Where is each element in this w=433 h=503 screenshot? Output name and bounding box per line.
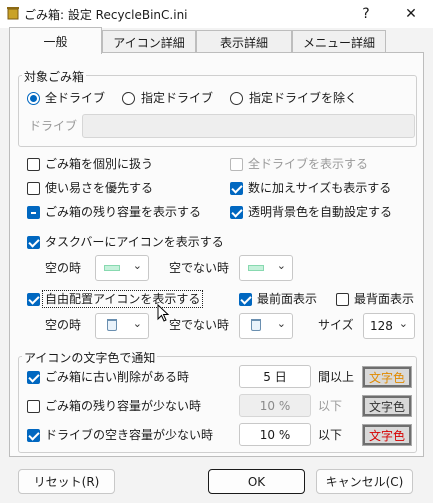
green-swatch-icon [104,265,120,271]
green-swatch-icon [248,265,264,271]
taskbar-checkbox[interactable] [27,236,40,249]
drive-input[interactable] [82,114,415,138]
taskbar-nonempty-label: 空でない時 [169,261,230,275]
drive-color-label: 文字色 [365,427,409,443]
individual-label: ごみ箱を個別に扱う [45,157,154,171]
help-button[interactable]: ? [346,0,386,28]
radio-all-drives[interactable] [27,92,40,105]
old-days-input[interactable]: 5 日 [239,365,311,388]
drive-label: ドライブ [29,119,78,133]
auto-bg-label: 透明背景色を自動設定する [248,205,393,219]
close-button[interactable]: ✕ [391,0,431,28]
bottommost-label: 最背面表示 [354,292,415,306]
topmost-label: 最前面表示 [257,292,318,306]
free-nonempty-label: 空でない時 [169,318,230,332]
individual-checkbox[interactable] [27,158,40,171]
remaining-percent-input[interactable]: 10 % [239,394,311,417]
usability-checkbox[interactable] [27,182,40,195]
auto-bg-checkbox[interactable] [230,206,243,219]
topmost-checkbox[interactable] [239,293,252,306]
tab-menu-details[interactable]: メニュー詳細 [292,30,386,53]
chevron-down-icon: ⌄ [398,317,408,330]
chevron-down-icon: ⌄ [132,317,142,330]
old-color-button[interactable]: 文字色 [362,366,412,388]
free-empty-icon-select[interactable]: ⌄ [95,313,149,339]
free-placement-label: 自由配置アイコンを表示する [42,290,204,308]
ok-button[interactable]: OK [208,469,305,494]
show-all-drives-checkbox[interactable] [230,158,243,171]
taskbar-empty-icon-select[interactable]: ⌄ [95,255,149,281]
show-all-drives-label: 全ドライブを表示する [248,157,369,171]
show-remaining-label: ごみ箱の残り容量を表示する [45,205,202,219]
taskbar-label: タスクバーにアイコンを表示する [45,235,224,249]
usability-label: 使い易さを優先する [45,181,154,195]
taskbar-empty-label: 空の時 [45,261,82,275]
remaining-low-checkbox[interactable] [27,400,40,413]
old-color-label: 文字色 [365,369,409,385]
target-group-label: 対象ごみ箱 [22,68,87,85]
show-size-checkbox[interactable] [230,182,243,195]
size-value: 128 [370,319,393,333]
old-items-label: ごみ箱に古い削除がある時 [45,370,190,384]
taskbar-nonempty-icon-select[interactable]: ⌄ [239,255,293,281]
radio-all-drives-label: 全ドライブ [45,91,106,105]
old-items-checkbox[interactable] [27,371,40,384]
recycle-bin-icon [251,319,261,331]
recycle-bin-icon [107,319,117,331]
remaining-suffix: 以下 [318,399,343,413]
show-size-label: 数に加えサイズも表示する [248,181,392,195]
notify-group-label: アイコンの文字色で通知 [22,349,158,366]
chevron-down-icon: ⌄ [132,259,142,272]
cancel-button[interactable]: キャンセル(C) [316,469,413,494]
size-select[interactable]: 128 ⌄ [363,313,415,339]
old-suffix: 間以上 [318,370,355,384]
remaining-color-button[interactable]: 文字色 [362,395,412,417]
drive-percent-input[interactable]: 10 % [239,423,311,446]
tab-general[interactable]: 一般 [9,27,102,54]
show-remaining-checkbox[interactable] [27,206,40,219]
free-empty-label: 空の時 [45,318,82,332]
radio-specified-label: 指定ドライブ [141,91,214,105]
free-nonempty-icon-select[interactable]: ⌄ [239,313,293,339]
drive-color-button[interactable]: 文字色 [362,424,412,446]
radio-except-label: 指定ドライブを除く [249,91,358,105]
chevron-down-icon: ⌄ [276,317,286,330]
tab-display-details[interactable]: 表示詳細 [196,30,292,53]
bottommost-checkbox[interactable] [336,293,349,306]
drive-suffix: 以下 [318,428,343,442]
remaining-color-label: 文字色 [365,398,409,414]
tab-icon-details[interactable]: アイコン詳細 [102,30,196,53]
app-icon [7,7,19,20]
remaining-low-label: ごみ箱の残り容量が少ない時 [45,399,202,413]
reset-button[interactable]: リセット(R) [18,469,115,494]
chevron-down-icon: ⌄ [276,259,286,272]
radio-except-drives[interactable] [230,92,243,105]
drive-low-label: ドライブの空き容量が少ない時 [45,428,214,442]
title-bar: ごみ箱: 設定 RecycleBinC.ini ? ✕ [0,0,433,28]
drive-low-checkbox[interactable] [27,429,40,442]
window-title: ごみ箱: 設定 RecycleBinC.ini [24,8,188,22]
free-placement-checkbox[interactable] [27,293,40,306]
radio-specified-drives[interactable] [122,92,135,105]
size-label: サイズ [318,318,354,332]
